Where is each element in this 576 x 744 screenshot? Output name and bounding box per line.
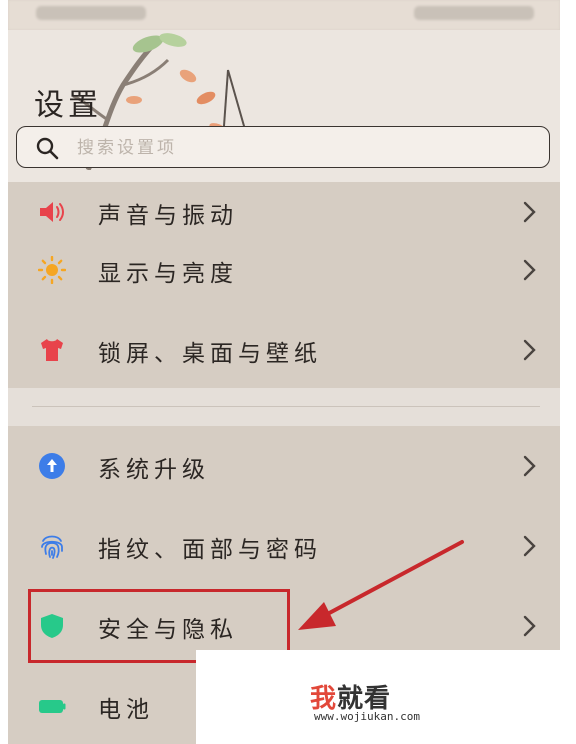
annotation-arrow-icon bbox=[298, 540, 464, 630]
chevron-right-icon bbox=[523, 615, 536, 637]
sun-icon bbox=[38, 256, 66, 284]
divider bbox=[32, 406, 540, 407]
page-title: 设置 bbox=[34, 88, 102, 123]
chevron-right-icon bbox=[523, 455, 536, 477]
speaker-icon bbox=[40, 202, 64, 222]
watermark-logo: 我就看 www.wojiukan.com bbox=[196, 650, 560, 744]
chevron-right-icon bbox=[523, 535, 536, 557]
chevron-right-icon bbox=[523, 339, 536, 361]
status-bar-left bbox=[36, 6, 146, 20]
settings-item-sound[interactable]: 声音与振动 bbox=[8, 182, 560, 242]
watermark-url: www.wojiukan.com bbox=[314, 710, 420, 723]
settings-group-display: 声音与振动 显示与亮度 锁屏、桌面与壁纸 bbox=[8, 182, 560, 388]
search-icon bbox=[36, 137, 59, 160]
settings-header: 设置 bbox=[8, 30, 560, 182]
battery-icon bbox=[39, 700, 66, 713]
settings-item-system-upgrade[interactable]: 系统升级 bbox=[8, 436, 560, 496]
settings-item-label: 锁屏、桌面与壁纸 bbox=[98, 341, 322, 367]
status-bar bbox=[8, 0, 560, 30]
search-input[interactable] bbox=[75, 133, 519, 163]
search-bar[interactable] bbox=[16, 126, 550, 168]
settings-item-label: 显示与亮度 bbox=[98, 261, 238, 287]
fingerprint-icon bbox=[41, 535, 63, 559]
shirt-icon bbox=[41, 339, 63, 361]
chevron-right-icon bbox=[523, 201, 536, 223]
chevron-right-icon bbox=[523, 259, 536, 281]
status-bar-right bbox=[414, 6, 534, 20]
settings-item-label: 系统升级 bbox=[98, 457, 210, 483]
group-separator bbox=[8, 388, 560, 426]
settings-item-label: 声音与振动 bbox=[98, 203, 238, 229]
upgrade-arrow-icon bbox=[39, 453, 65, 479]
settings-item-display[interactable]: 显示与亮度 bbox=[8, 240, 560, 300]
settings-item-wallpaper[interactable]: 锁屏、桌面与壁纸 bbox=[8, 320, 560, 380]
settings-item-label: 电池 bbox=[98, 697, 154, 723]
